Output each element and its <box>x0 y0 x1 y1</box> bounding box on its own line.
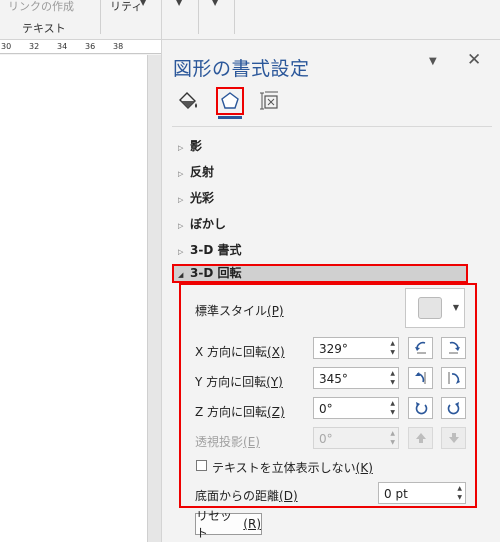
distance-from-ground-spinner[interactable]: 0 pt ▲ ▼ <box>378 482 466 504</box>
pane-options-chevron-down-icon[interactable]: ▼ <box>429 56 437 67</box>
divider <box>172 126 492 127</box>
y-rotation-spinner[interactable]: 345° ▲ ▼ <box>313 367 399 389</box>
ruler-tick: 38 <box>113 42 124 51</box>
collapse-triangle-icon: ◢ <box>178 271 184 279</box>
rotate-up-icon <box>414 372 425 384</box>
y-rotation-value: 345° <box>319 372 348 386</box>
perspective-label: 透視投影(E) <box>195 435 260 449</box>
section-label: 光彩 <box>190 191 215 205</box>
section-soft-edges[interactable]: ▷ ぼかし <box>178 215 226 232</box>
section-label: ぼかし <box>190 217 227 231</box>
z-rotate-clockwise-button[interactable] <box>441 397 466 419</box>
horizontal-ruler: 30 32 34 36 38 <box>0 40 161 54</box>
distance-value: 0 pt <box>384 487 408 501</box>
preset-label: 標準スタイル(P) <box>195 304 284 318</box>
section-3d-format[interactable]: ▷ 3-D 書式 <box>178 241 241 258</box>
keep-text-flat-checkbox[interactable] <box>196 460 207 471</box>
expand-triangle-icon: ▷ <box>178 170 184 178</box>
ribbon-separator <box>100 0 101 34</box>
y-rotate-up-button[interactable] <box>408 367 433 389</box>
expand-triangle-icon: ▷ <box>178 222 184 230</box>
perspective-decrease-button <box>441 427 466 449</box>
reset-label: リセット <box>196 509 233 540</box>
ribbon-item[interactable]: リティ <box>110 0 142 14</box>
perspective-increase-button <box>408 427 433 449</box>
ribbon-right: ▼ ▼ <box>161 0 500 40</box>
section-shadow[interactable]: ▷ 影 <box>178 137 202 154</box>
reset-key: (R) <box>243 517 261 531</box>
tab-effects[interactable] <box>216 87 244 115</box>
y-rotate-down-button[interactable] <box>441 367 466 389</box>
x-rotation-spinner[interactable]: 329° ▲ ▼ <box>313 337 399 359</box>
rotate-ccw-icon <box>415 402 427 415</box>
arrow-down-icon <box>448 433 459 443</box>
ruler-tick: 30 <box>1 42 12 51</box>
document-area <box>0 55 161 542</box>
ribbon-separator <box>198 0 199 34</box>
y-rotation-label: Y 方向に回転(Y) <box>195 375 283 389</box>
spinner-arrows-icon[interactable]: ▲ ▼ <box>390 369 395 387</box>
ribbon-separator <box>234 0 235 34</box>
close-icon[interactable]: ✕ <box>467 50 481 70</box>
x-rotate-right-button[interactable] <box>441 337 466 359</box>
chevron-down-icon: ▼ <box>452 303 459 312</box>
section-label: 反射 <box>190 165 215 179</box>
expand-triangle-icon: ▷ <box>178 144 184 152</box>
z-rotation-label: Z 方向に回転(Z) <box>195 405 285 419</box>
distance-from-ground-label: 底面からの距離(D) <box>195 489 298 503</box>
ruler-tick: 34 <box>57 42 68 51</box>
tab-layout-properties[interactable] <box>256 87 284 115</box>
keep-text-flat-label: テキストを立体表示しない(K) <box>212 461 373 475</box>
z-rotate-counterclockwise-button[interactable] <box>408 397 433 419</box>
pentagon-icon <box>221 92 239 109</box>
section-label: 影 <box>190 139 203 153</box>
spinner-arrows-icon: ▲ ▼ <box>390 430 395 446</box>
create-link-item[interactable]: リンクの作成 <box>8 0 74 14</box>
preset-swatch <box>418 297 442 319</box>
ruler-tick: 32 <box>29 42 40 51</box>
section-glow[interactable]: ▷ 光彩 <box>178 189 214 206</box>
document-page[interactable] <box>0 55 148 542</box>
perspective-spinner: 0° ▲ ▼ <box>313 427 399 449</box>
rotate-cw-icon <box>447 402 459 415</box>
z-rotation-value: 0° <box>319 402 333 416</box>
ribbon-group-label: テキスト <box>22 22 66 35</box>
section-reflection[interactable]: ▷ 反射 <box>178 163 214 180</box>
chevron-down-icon[interactable]: ▼ <box>212 0 218 7</box>
x-rotation-value: 329° <box>319 342 348 356</box>
spinner-arrows-icon[interactable]: ▲ ▼ <box>390 339 395 357</box>
size-properties-icon <box>260 91 278 110</box>
perspective-value: 0° <box>319 432 333 446</box>
rotate-down-icon <box>448 372 460 384</box>
ribbon: リンクの作成 リティ ▼ テキスト <box>0 0 161 40</box>
expand-triangle-icon: ▷ <box>178 196 184 204</box>
section-label: 3-D 回転 <box>190 266 242 280</box>
paint-bucket-icon <box>179 92 197 109</box>
arrow-up-icon <box>415 433 426 443</box>
ruler-tick: 36 <box>85 42 96 51</box>
active-tab-underline <box>218 116 242 119</box>
rotate-right-icon <box>448 341 460 354</box>
x-rotate-left-button[interactable] <box>408 337 433 359</box>
section-3d-rotation[interactable]: ◢ 3-D 回転 <box>172 264 468 283</box>
spinner-arrows-icon[interactable]: ▲ ▼ <box>390 399 395 417</box>
chevron-down-icon[interactable]: ▼ <box>176 0 182 7</box>
expand-triangle-icon: ▷ <box>178 248 184 256</box>
chevron-down-icon[interactable]: ▼ <box>140 0 146 7</box>
preset-dropdown[interactable]: ▼ <box>405 288 465 328</box>
format-shape-pane: 図形の書式設定 ▼ ✕ ▷影 ▷反射 ▷光彩 ▷ぼかし ▷3-D 書式 <box>161 40 500 542</box>
x-rotation-label: X 方向に回転(X) <box>195 345 285 359</box>
z-rotation-spinner[interactable]: 0° ▲ ▼ <box>313 397 399 419</box>
pane-title: 図形の書式設定 <box>173 58 310 80</box>
section-label: 3-D 書式 <box>190 243 242 257</box>
rotate-left-icon <box>414 341 426 354</box>
spinner-arrows-icon[interactable]: ▲ ▼ <box>457 484 462 502</box>
tab-fill-line[interactable] <box>174 87 202 115</box>
reset-button[interactable]: リセット (R) <box>195 509 262 540</box>
